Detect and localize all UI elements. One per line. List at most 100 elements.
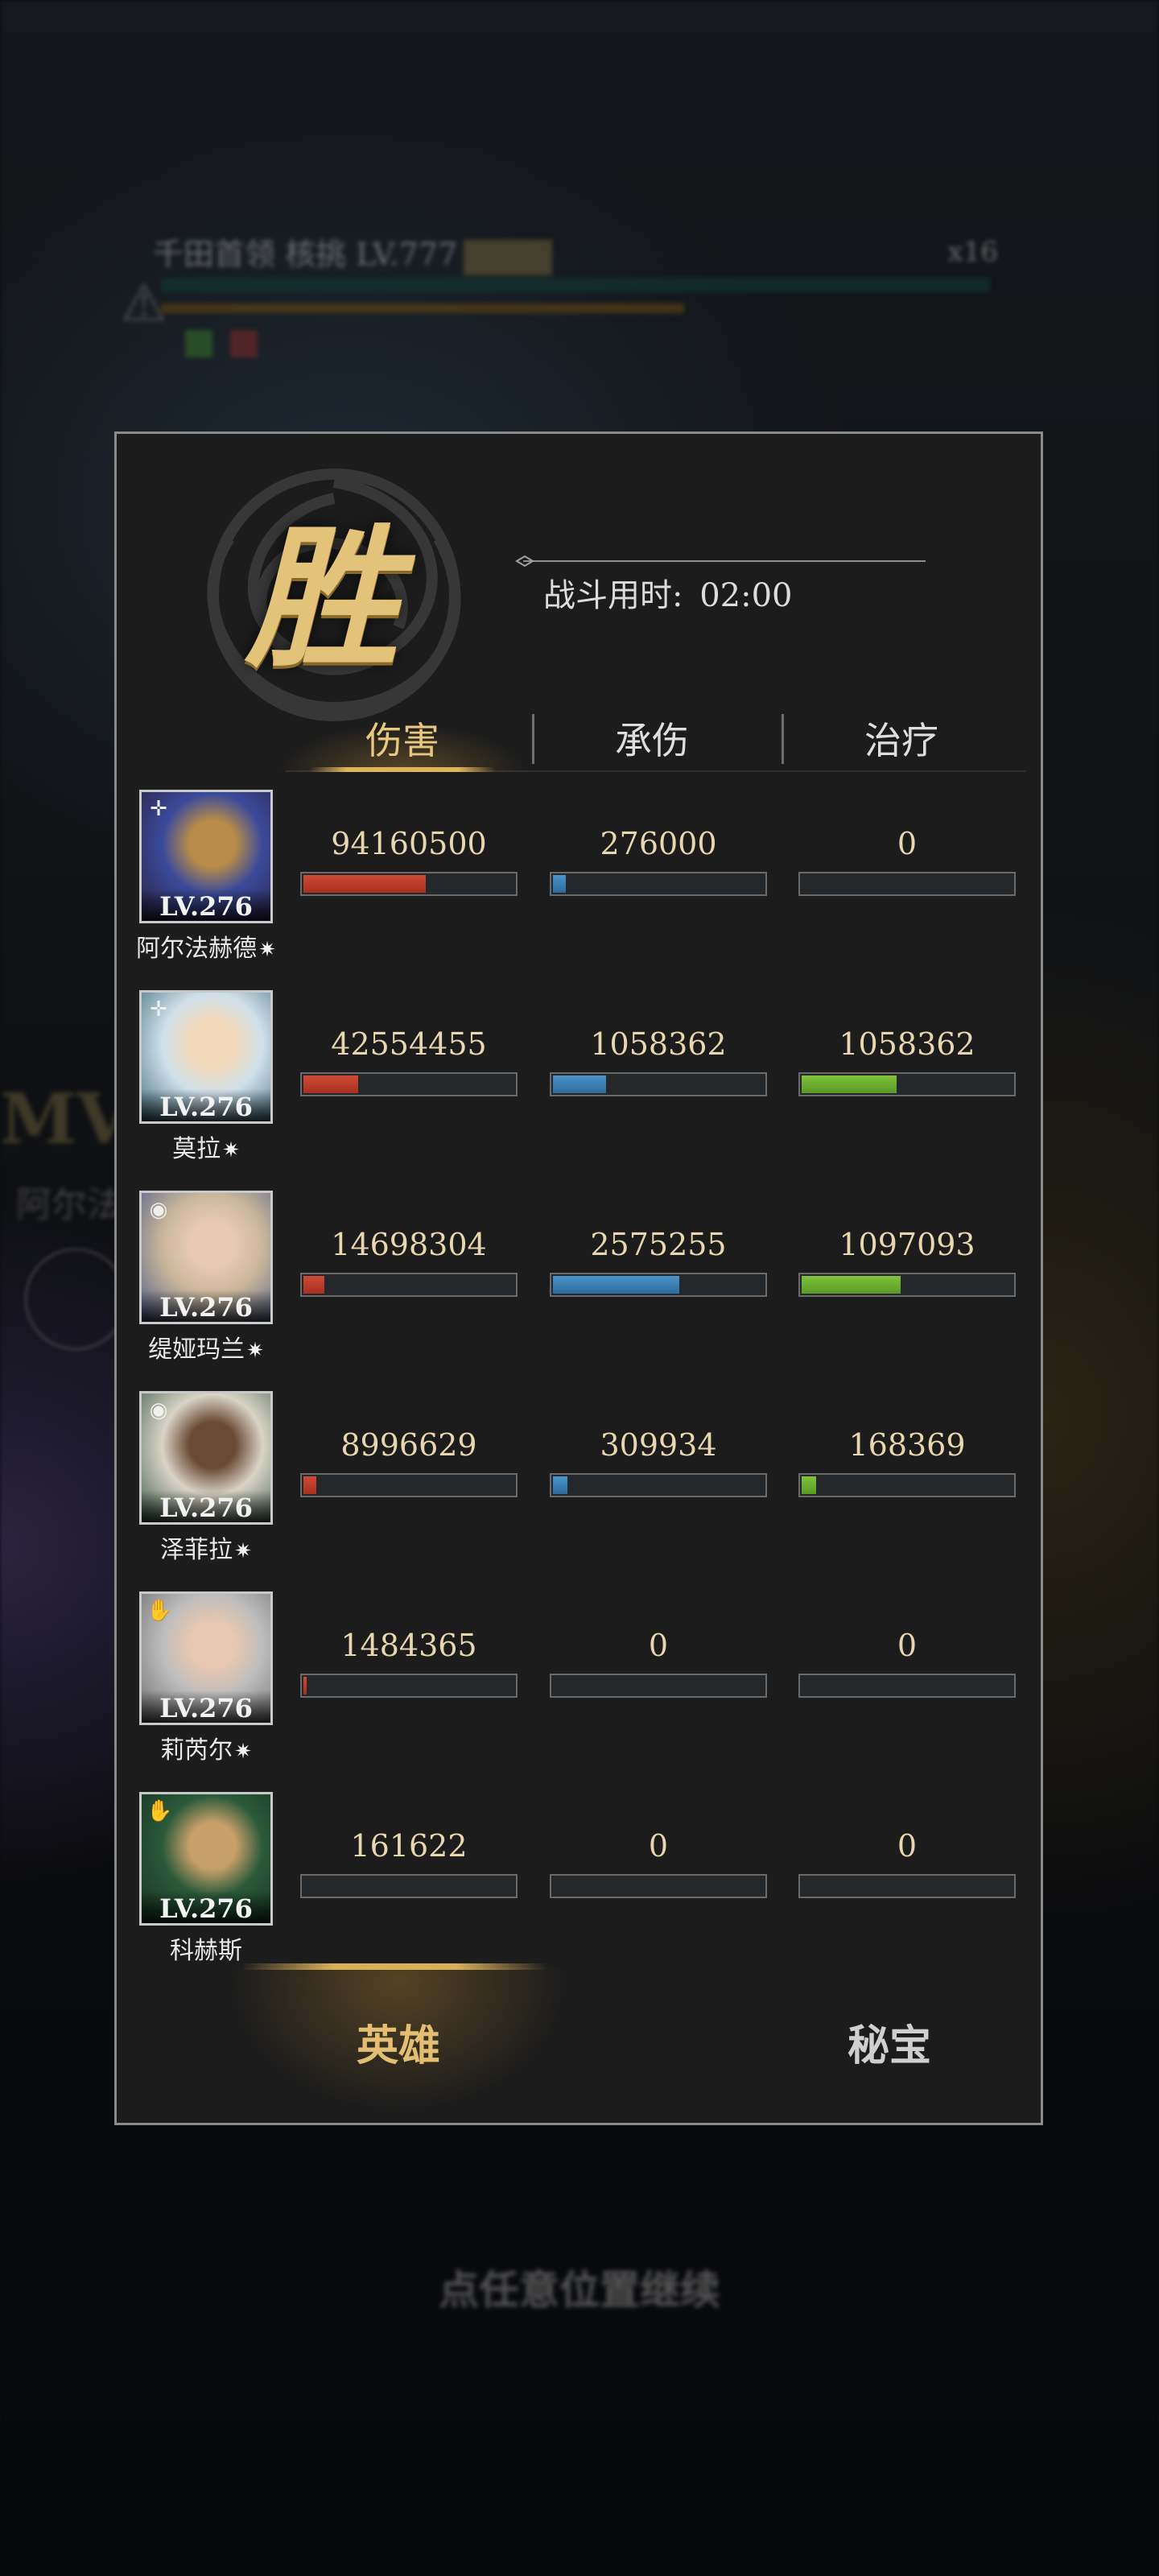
star-icon: ✷: [234, 1740, 252, 1764]
damage-bar: [300, 1473, 518, 1497]
healing-value: 1058362: [839, 1026, 975, 1062]
tab-heroes[interactable]: 英雄: [278, 2012, 519, 2072]
victory-title: 胜: [245, 509, 399, 688]
damage-value: 8996629: [340, 1427, 477, 1463]
damage-taken-stat: 1058362: [550, 1024, 767, 1096]
tab-divider: [782, 714, 784, 764]
damage-taken-value: 0: [648, 1828, 669, 1864]
damage-stat: 161622: [300, 1826, 518, 1898]
tab-healing[interactable]: 治疗: [801, 712, 1002, 769]
battle-time: 战斗用时: 02:00: [543, 569, 792, 616]
mvp-hero-name: 阿尔法: [16, 1184, 122, 1225]
tab-damage[interactable]: 伤害: [302, 712, 503, 769]
hero-row[interactable]: ✋ LV.276 科赫斯 161622 0 0: [117, 1792, 1042, 1977]
healing-bar: [798, 872, 1016, 896]
hero-row[interactable]: ✛ LV.276 阿尔法赫德✷ 94160500 276000 0: [117, 790, 1042, 975]
damage-taken-bar-fill: [553, 1476, 567, 1494]
hero-name: 缇娅玛兰✷: [117, 1329, 295, 1364]
damage-taken-bar: [550, 872, 767, 896]
tab-treasures[interactable]: 秘宝: [769, 2012, 1010, 2072]
hero-row[interactable]: ✛ LV.276 莫拉✷ 42554455 1058362 1058362: [117, 990, 1042, 1175]
damage-stat: 1484365: [300, 1625, 518, 1698]
healing-stat: 0: [798, 1826, 1016, 1898]
hero-portrait[interactable]: ◉ LV.276: [139, 1391, 273, 1525]
damage-value: 42554455: [331, 1026, 487, 1062]
damage-taken-value: 0: [648, 1628, 669, 1663]
cross-icon: ✛: [150, 997, 167, 1022]
hero-name: 科赫斯: [117, 1930, 295, 1966]
damage-bar: [300, 1273, 518, 1297]
hero-level: LV.276: [142, 1891, 270, 1923]
star-icon: ✷: [222, 1138, 240, 1162]
healing-value: 0: [897, 826, 918, 861]
hero-portrait[interactable]: ✛ LV.276: [139, 990, 273, 1124]
tap-to-continue-hint[interactable]: 点任意位置继续: [0, 2258, 1159, 2316]
healing-bar: [798, 1473, 1016, 1497]
damage-taken-value: 309934: [600, 1427, 717, 1463]
battle-time-label: 战斗用时:: [543, 577, 683, 614]
hero-name-text: 泽菲拉: [160, 1536, 233, 1564]
hero-level: LV.276: [142, 1490, 270, 1522]
damage-taken-value: 1058362: [590, 1026, 727, 1062]
hero-portrait[interactable]: ✋ LV.276: [139, 1792, 273, 1926]
hero-name: 莫拉✷: [117, 1129, 295, 1164]
damage-taken-bar: [550, 1072, 767, 1096]
damage-bar-fill: [303, 875, 426, 893]
damage-taken-stat: 0: [550, 1826, 767, 1898]
hero-row[interactable]: ✋ LV.276 莉芮尔✷ 1484365 0 0: [117, 1591, 1042, 1777]
cross-icon: ✛: [150, 797, 167, 821]
healing-bar: [798, 1273, 1016, 1297]
damage-stat: 94160500: [300, 824, 518, 896]
swirl-icon: ◉: [149, 1198, 168, 1222]
hero-portrait[interactable]: ✛ LV.276: [139, 790, 273, 923]
hero-portrait[interactable]: ◉ LV.276: [139, 1191, 273, 1324]
damage-value: 14698304: [331, 1227, 487, 1262]
damage-taken-bar: [550, 1674, 767, 1698]
hero-row[interactable]: ◉ LV.276 泽菲拉✷ 8996629 309934 168369: [117, 1391, 1042, 1576]
healing-value: 0: [897, 1828, 918, 1864]
damage-taken-bar: [550, 1473, 767, 1497]
healing-stat: 1058362: [798, 1024, 1016, 1096]
healing-bar: [798, 1072, 1016, 1096]
healing-bar-fill: [802, 1476, 816, 1494]
tab-damage-taken[interactable]: 承伤: [551, 712, 753, 769]
healing-value: 168369: [848, 1427, 966, 1463]
hero-name: 泽菲拉✷: [117, 1530, 295, 1565]
damage-bar-fill: [303, 1476, 316, 1494]
star-icon: ✷: [234, 1539, 252, 1563]
healing-bar: [798, 1874, 1016, 1898]
hero-row[interactable]: ◉ LV.276 缇娅玛兰✷ 14698304 2575255 1097093: [117, 1191, 1042, 1376]
damage-taken-value: 2575255: [590, 1227, 727, 1262]
swirl-icon: ◉: [149, 1398, 168, 1422]
star-icon: ✷: [246, 1339, 264, 1363]
hero-level: LV.276: [142, 889, 270, 921]
hand-icon: ✋: [146, 1799, 173, 1823]
damage-taken-bar-fill: [553, 1276, 679, 1294]
star-icon: ✷: [258, 938, 276, 962]
boss-status-bar: 千田首领 核挑 LV.777 x16: [153, 229, 998, 313]
healing-stat: 1097093: [798, 1224, 1016, 1297]
damage-taken-stat: 309934: [550, 1425, 767, 1497]
hero-level: LV.276: [142, 1690, 270, 1723]
boss-name: 千田首领 核挑 LV.777: [153, 229, 553, 275]
hero-name-text: 莫拉: [172, 1135, 221, 1163]
healing-stat: 168369: [798, 1425, 1016, 1497]
healing-value: 1097093: [839, 1227, 975, 1262]
hero-portrait[interactable]: ✋ LV.276: [139, 1591, 273, 1725]
damage-bar: [300, 872, 518, 896]
damage-bar: [300, 1072, 518, 1096]
damage-stat: 42554455: [300, 1024, 518, 1096]
hand-icon: ✋: [146, 1599, 173, 1623]
damage-taken-stat: 2575255: [550, 1224, 767, 1297]
hero-name: 阿尔法赫德✷: [117, 928, 295, 964]
damage-taken-bar-fill: [553, 875, 566, 893]
boss-buff-icons: [185, 330, 275, 361]
stats-button-icon: [24, 1248, 127, 1351]
active-tab-underline: [310, 767, 495, 772]
time-divider-ornament: [515, 555, 926, 568]
hero-name-text: 科赫斯: [170, 1937, 242, 1965]
healing-bar-fill: [802, 1075, 897, 1093]
bottom-active-underline: [241, 1963, 547, 1970]
damage-stat: 8996629: [300, 1425, 518, 1497]
damage-taken-value: 276000: [600, 826, 717, 861]
